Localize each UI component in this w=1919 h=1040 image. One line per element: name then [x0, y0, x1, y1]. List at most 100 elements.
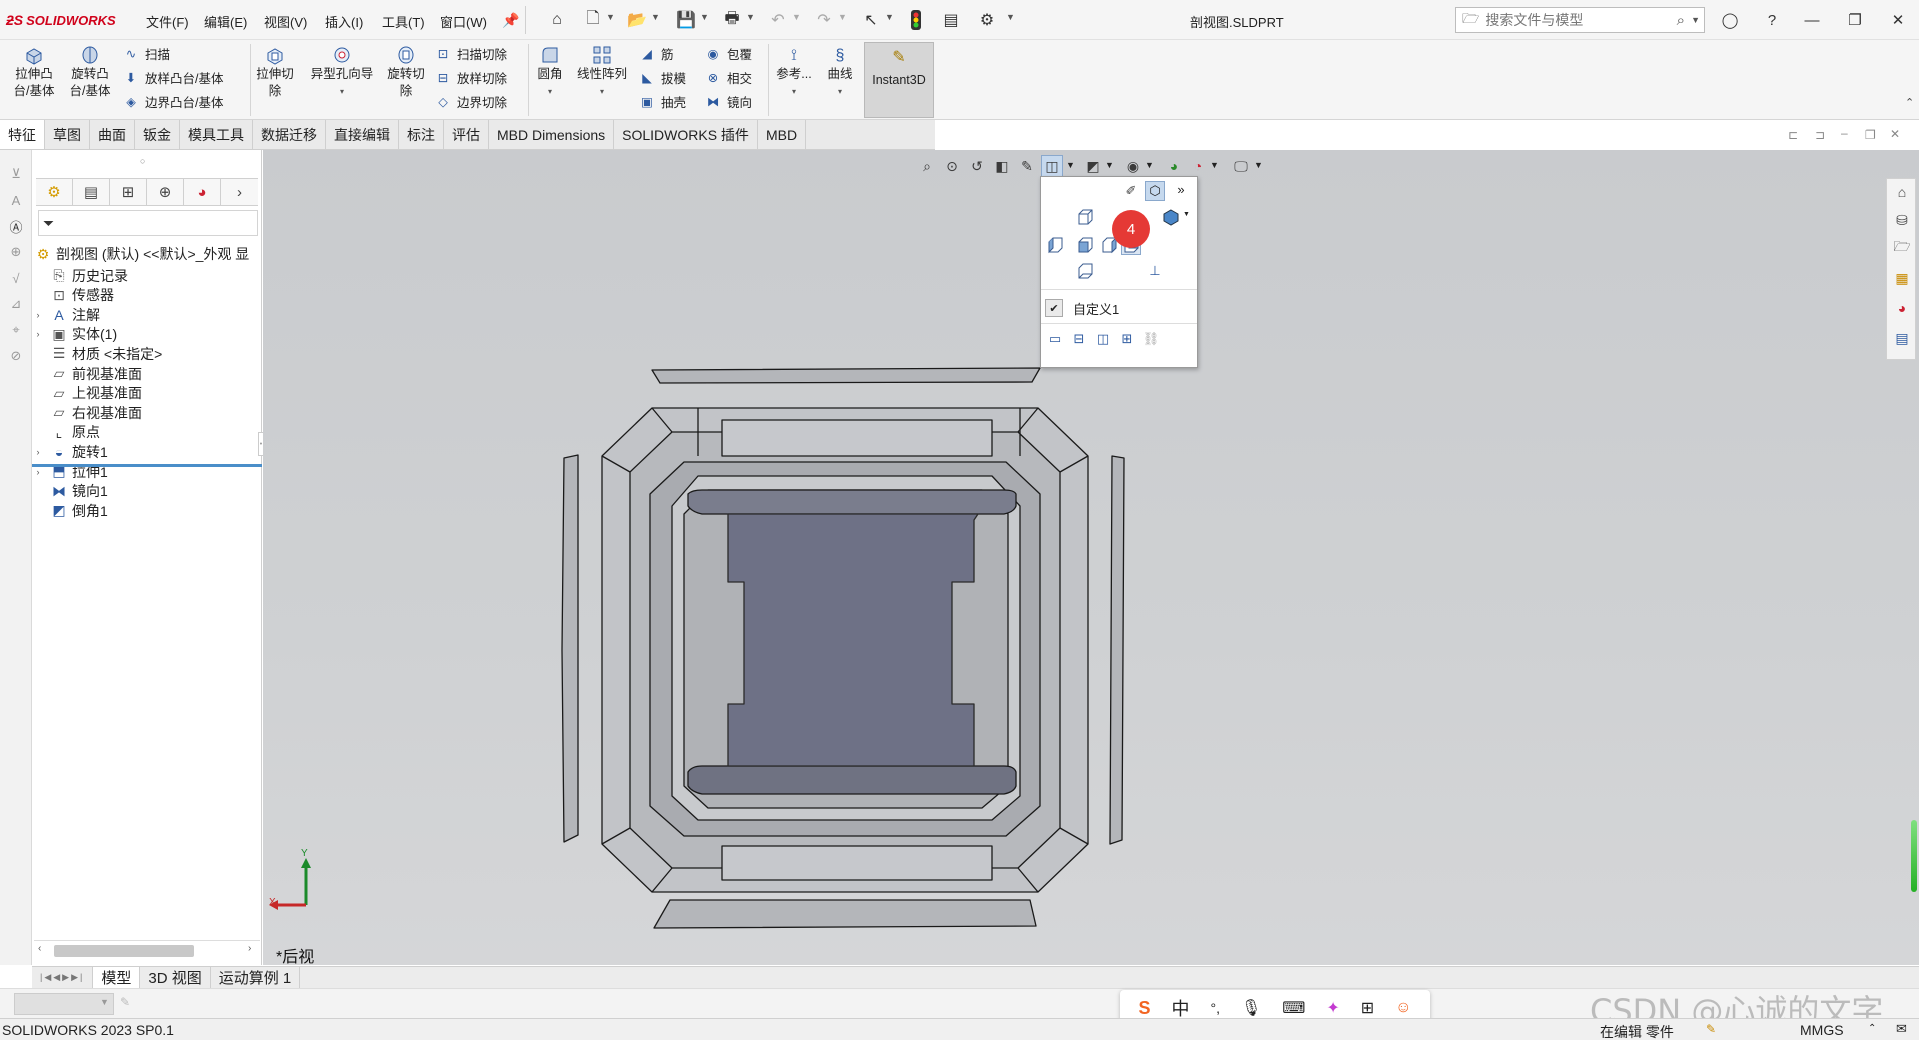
- viewport-close-icon[interactable]: ✕: [1890, 127, 1900, 141]
- unit-system-label[interactable]: MMGS: [1800, 1022, 1844, 1038]
- boundary-boss-button[interactable]: ◈ 边界凸台/基体: [122, 90, 223, 112]
- horizontal-scrollbar[interactable]: ‹ ›: [34, 940, 260, 958]
- dynamic-annotation-icon[interactable]: ✎: [1016, 155, 1038, 177]
- tab-0[interactable]: 特征: [0, 120, 45, 149]
- tree-item[interactable]: › A 注解: [32, 305, 101, 324]
- draft-button[interactable]: ◣ 拔模: [638, 66, 686, 88]
- tree-item[interactable]: ▱ 上视基准面: [32, 384, 142, 403]
- redo-icon[interactable]: ↷: [813, 9, 835, 31]
- balloon-icon[interactable]: ⊕: [6, 242, 26, 262]
- hide-show-items-icon[interactable]: ◉: [1122, 155, 1144, 177]
- revolve-boss-button[interactable]: 旋转凸 台/基体: [62, 44, 118, 100]
- two-view-horizontal-icon[interactable]: ⊟: [1069, 329, 1089, 349]
- tab-model[interactable]: 模型: [93, 966, 141, 989]
- ribbon-collapse-icon[interactable]: ⌃: [1905, 96, 1914, 109]
- tab-3[interactable]: 钣金: [135, 120, 180, 149]
- menu-edit[interactable]: 编辑(E): [204, 12, 247, 31]
- tab-6[interactable]: 直接编辑: [326, 120, 399, 149]
- open-folder-icon[interactable]: 📂: [626, 9, 648, 31]
- skin-icon[interactable]: ✦: [1326, 998, 1339, 1018]
- isometric-view-icon[interactable]: [1161, 207, 1181, 227]
- toolbox-icon[interactable]: ⊞: [1361, 998, 1374, 1018]
- expand-caret-icon[interactable]: ›: [32, 467, 44, 477]
- sogou-logo-icon[interactable]: S: [1138, 998, 1150, 1019]
- two-view-vertical-icon[interactable]: ◫: [1093, 329, 1113, 349]
- options-gear-icon[interactable]: ⚙: [976, 9, 998, 31]
- chevron-down-icon[interactable]: ▼: [1691, 15, 1700, 25]
- configuration-manager-tab-icon[interactable]: ⊞: [110, 179, 148, 205]
- keyboard-icon[interactable]: ⌨: [1282, 998, 1305, 1018]
- link-views-icon[interactable]: ⛓: [1141, 329, 1161, 349]
- linear-pattern-button[interactable]: 线性阵列 ▾: [572, 44, 632, 100]
- menu-tools[interactable]: 工具(T): [382, 12, 425, 31]
- instant3d-button[interactable]: ✎ Instant3D: [864, 42, 934, 118]
- chevron-right-icon[interactable]: ›: [221, 179, 258, 205]
- view-palette-icon[interactable]: ▦: [1891, 267, 1913, 289]
- chevron-down-icon[interactable]: ▼: [1006, 12, 1015, 22]
- viewport-restore-icon[interactable]: ❐: [1865, 128, 1876, 142]
- chevron-down-icon[interactable]: ▼: [100, 997, 109, 1007]
- chevron-down-icon[interactable]: ▼: [1145, 160, 1154, 170]
- swept-cut-button[interactable]: ⊡ 扫描切除: [434, 42, 507, 64]
- tab-1[interactable]: 草图: [45, 120, 90, 149]
- tab-3d-view[interactable]: 3D 视图: [140, 966, 211, 989]
- front-view-icon[interactable]: [1075, 235, 1095, 255]
- tile-right-icon[interactable]: ⊐: [1815, 128, 1825, 142]
- chevron-down-icon[interactable]: ▾: [838, 83, 842, 100]
- rebuild-icon[interactable]: ✎: [1706, 1022, 1716, 1036]
- fillet-button[interactable]: 圆角 ▾: [532, 44, 568, 100]
- chevron-down-icon[interactable]: ▼: [746, 12, 755, 22]
- tree-item[interactable]: ⌞ 原点: [32, 423, 100, 442]
- normal-to-icon[interactable]: ⊥: [1145, 261, 1165, 281]
- chevron-down-icon[interactable]: ▼: [885, 12, 894, 22]
- datum-icon[interactable]: ⌖: [6, 320, 26, 340]
- rib-button[interactable]: ◢ 筋: [638, 42, 673, 64]
- loft-boss-button[interactable]: ⬇ 放样凸台/基体: [122, 66, 224, 88]
- tree-item[interactable]: ⊡ 传感器: [32, 286, 114, 305]
- chevron-down-icon[interactable]: ▾: [600, 83, 604, 100]
- tab-10[interactable]: SOLIDWORKS 插件: [614, 120, 758, 149]
- minimize-icon[interactable]: —: [1800, 8, 1824, 32]
- configuration-dropdown[interactable]: [14, 993, 114, 1015]
- pin-icon[interactable]: 📌: [500, 9, 522, 31]
- tab-motion-study[interactable]: 运动算例 1: [211, 966, 301, 989]
- chevron-down-icon[interactable]: ▼: [700, 12, 709, 22]
- sweep-button[interactable]: ∿ 扫描: [122, 42, 170, 64]
- tab-5[interactable]: 数据迁移: [253, 120, 326, 149]
- zoom-indicator[interactable]: [1911, 820, 1917, 892]
- tree-item[interactable]: ☰ 材质 <未指定>: [32, 344, 163, 363]
- expand-caret-icon[interactable]: ›: [32, 447, 44, 457]
- intersect-button[interactable]: ⊗ 相交: [704, 66, 752, 88]
- left-view-icon[interactable]: [1045, 235, 1065, 255]
- shell-button[interactable]: ▣ 抽壳: [638, 90, 686, 112]
- tab-4[interactable]: 模具工具: [180, 120, 253, 149]
- file-properties-icon[interactable]: ▤: [940, 9, 962, 31]
- note-icon[interactable]: A: [6, 190, 26, 210]
- tree-item[interactable]: ▱ 前视基准面: [32, 364, 142, 383]
- view-settings-icon[interactable]: 🖵: [1230, 155, 1252, 177]
- home-icon[interactable]: ⌂: [546, 9, 568, 31]
- chevron-down-icon[interactable]: ▼: [838, 12, 847, 22]
- chevron-down-icon[interactable]: ▼: [1254, 160, 1263, 170]
- bottom-view-icon[interactable]: [1075, 261, 1095, 281]
- rollback-bar[interactable]: [32, 464, 262, 467]
- zoom-to-fit-icon[interactable]: ⌕: [916, 155, 938, 177]
- extrude-cut-button[interactable]: 拉伸切 除: [253, 44, 297, 100]
- menu-insert[interactable]: 插入(I): [325, 12, 363, 31]
- surface-finish-icon[interactable]: √: [6, 268, 26, 288]
- scrollbar-thumb[interactable]: [54, 945, 194, 957]
- restore-icon[interactable]: ❐: [1843, 8, 1867, 32]
- property-manager-tab-icon[interactable]: ▤: [73, 179, 111, 205]
- notifications-icon[interactable]: ✉: [1896, 1021, 1907, 1037]
- reference-geometry-button[interactable]: ⟟ 参考... ▾: [772, 44, 816, 100]
- extrude-boss-button[interactable]: 拉伸凸 台/基体: [6, 44, 62, 100]
- ime-punctuation[interactable]: °,: [1210, 1000, 1220, 1016]
- tab-8[interactable]: 评估: [444, 120, 489, 149]
- undo-icon[interactable]: ↶: [767, 9, 789, 31]
- chevron-down-icon[interactable]: ▾: [340, 83, 344, 100]
- section-view-icon[interactable]: ◧: [991, 155, 1013, 177]
- top-view-icon[interactable]: [1075, 207, 1095, 227]
- rebuild-traffic-light-icon[interactable]: [905, 9, 927, 31]
- panel-handle[interactable]: ○: [140, 156, 145, 166]
- tab-2[interactable]: 曲面: [90, 120, 135, 149]
